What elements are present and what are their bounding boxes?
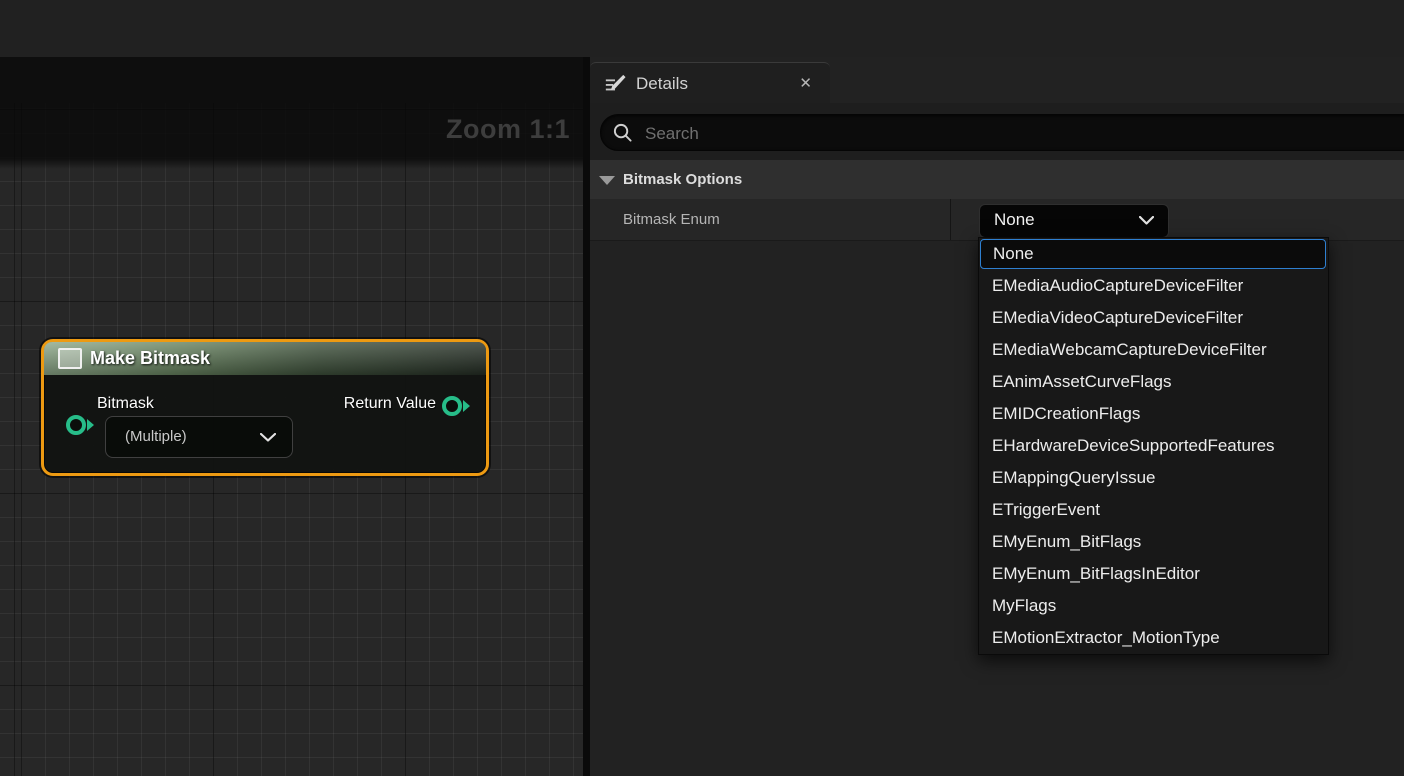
output-pin[interactable] bbox=[442, 396, 462, 416]
dropdown-option[interactable]: EMyEnum_BitFlags bbox=[979, 526, 1328, 558]
make-struct-icon bbox=[58, 348, 82, 369]
close-icon[interactable]: ✕ bbox=[799, 63, 812, 104]
dropdown-option[interactable]: EMotionExtractor_MotionType bbox=[979, 622, 1328, 654]
bitmask-enum-dropdown-list: NoneEMediaAudioCaptureDeviceFilterEMedia… bbox=[978, 237, 1329, 655]
chevron-down-icon bbox=[1139, 216, 1154, 225]
category-label: Bitmask Options bbox=[623, 160, 742, 199]
dropdown-option[interactable]: EHardwareDeviceSupportedFeatures bbox=[979, 430, 1328, 462]
node-title: Make Bitmask bbox=[90, 342, 210, 375]
bitmask-value-dropdown[interactable]: (Multiple) bbox=[105, 416, 293, 458]
property-label: Bitmask Enum bbox=[623, 199, 720, 240]
details-panel: Details ✕ Bitmask Options Bitmask Enum N… bbox=[590, 57, 1404, 776]
dropdown-option[interactable]: ETriggerEvent bbox=[979, 494, 1328, 526]
details-pencil-icon bbox=[604, 73, 626, 95]
dropdown-option[interactable]: EMediaAudioCaptureDeviceFilter bbox=[979, 270, 1328, 302]
category-bitmask-options[interactable]: Bitmask Options bbox=[590, 160, 1404, 200]
dropdown-option[interactable]: EMyEnum_BitFlagsInEditor bbox=[979, 558, 1328, 590]
dropdown-option[interactable]: EMIDCreationFlags bbox=[979, 398, 1328, 430]
bitmask-enum-value: None bbox=[994, 205, 1035, 235]
title-bar bbox=[0, 0, 1404, 58]
dropdown-option[interactable]: EMediaVideoCaptureDeviceFilter bbox=[979, 302, 1328, 334]
splitter-handle[interactable] bbox=[950, 199, 951, 240]
dropdown-option[interactable]: None bbox=[980, 239, 1326, 269]
tab-details-label: Details bbox=[636, 63, 688, 104]
dropdown-option[interactable]: EAnimAssetCurveFlags bbox=[979, 366, 1328, 398]
tab-details[interactable]: Details ✕ bbox=[590, 62, 830, 104]
chevron-down-icon bbox=[260, 433, 276, 442]
input-pin-arrow-icon bbox=[87, 419, 94, 431]
zoom-level-label: Zoom 1:1 bbox=[446, 114, 570, 145]
panel-separator[interactable] bbox=[583, 57, 590, 776]
input-pin-label: Bitmask bbox=[97, 395, 154, 413]
dropdown-option[interactable]: EMappingQueryIssue bbox=[979, 462, 1328, 494]
search-input[interactable] bbox=[643, 118, 1247, 149]
bitmask-enum-dropdown-button[interactable]: None bbox=[979, 204, 1169, 238]
search-row bbox=[590, 103, 1404, 161]
dropdown-option[interactable]: EMediaWebcamCaptureDeviceFilter bbox=[979, 334, 1328, 366]
collapse-triangle-icon[interactable] bbox=[599, 176, 615, 185]
node-header[interactable]: Make Bitmask bbox=[44, 342, 486, 375]
search-icon bbox=[612, 122, 633, 143]
search-box[interactable] bbox=[600, 114, 1404, 151]
make-bitmask-node[interactable]: Make Bitmask Bitmask (Multiple) Return V… bbox=[41, 339, 489, 476]
output-pin-arrow-icon bbox=[463, 400, 470, 412]
output-pin-label: Return Value bbox=[344, 395, 436, 413]
blueprint-graph-canvas[interactable]: Zoom 1:1 Make Bitmask Bitmask (Multiple)… bbox=[0, 103, 583, 776]
input-pin[interactable] bbox=[66, 415, 86, 435]
unreal-editor-window: { "graph": { "zoom_label": "Zoom 1:1", "… bbox=[0, 0, 1404, 776]
dropdown-option[interactable]: MyFlags bbox=[979, 590, 1328, 622]
bitmask-value-text: (Multiple) bbox=[125, 417, 187, 457]
